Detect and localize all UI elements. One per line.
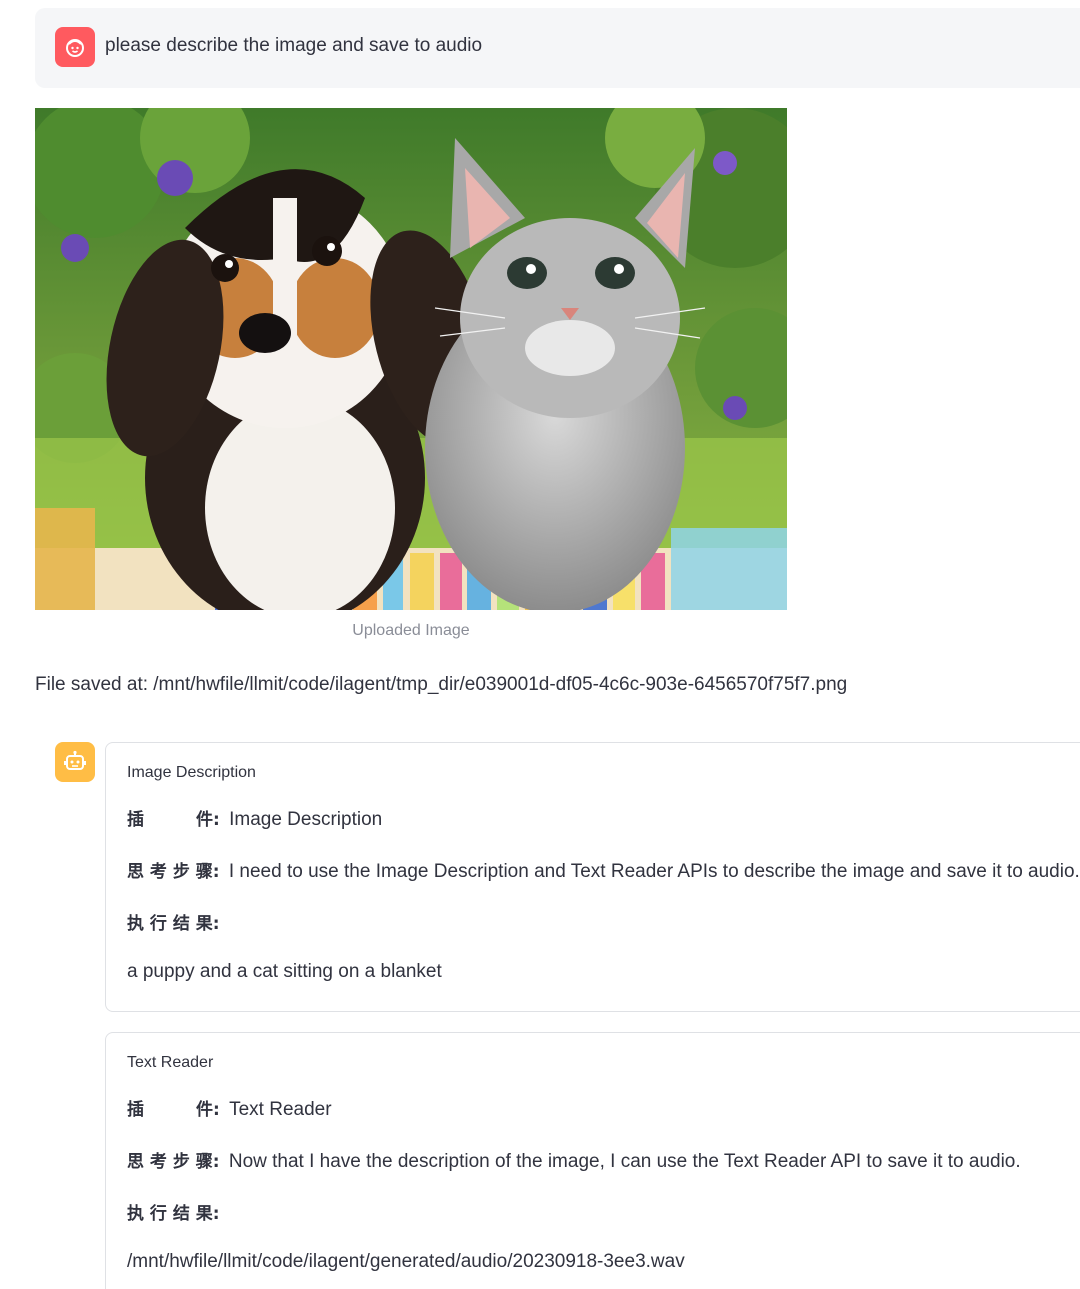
thinking-label: 思 考 步 骤: xyxy=(127,862,220,882)
tool-card-text-reader: Text Reader 插件: Text Reader 思 考 步 骤: Now… xyxy=(105,1032,1080,1289)
image-caption: Uploaded Image xyxy=(352,622,470,639)
plugin-label: 插件: xyxy=(127,1100,220,1120)
user-message-text: please describe the image and save to au… xyxy=(105,35,483,56)
user-avatar xyxy=(55,27,95,67)
tool-card-title: Text Reader xyxy=(127,1054,214,1071)
thinking-value: I need to use the Image Description and … xyxy=(228,861,1080,882)
file-saved-text: File saved at: /mnt/hwfile/llmit/code/il… xyxy=(35,674,848,695)
robot-icon xyxy=(64,750,86,770)
result-row: 执 行 结 果: xyxy=(127,1199,220,1225)
plugin-row: 插件: Text Reader xyxy=(127,1095,332,1121)
result-label: 执 行 结 果: xyxy=(127,914,220,934)
tool-card-title: Image Description xyxy=(127,764,256,781)
result-label: 执 行 结 果: xyxy=(127,1204,220,1224)
plugin-row: 插件: Image Description xyxy=(127,805,382,831)
bot-avatar xyxy=(55,742,95,782)
thinking-row: 思 考 步 骤: I need to use the Image Descrip… xyxy=(127,857,1080,883)
uploaded-image[interactable] xyxy=(35,108,787,610)
result-row: 执 行 结 果: xyxy=(127,909,220,935)
thinking-value: Now that I have the description of the i… xyxy=(228,1151,1021,1172)
puppy-and-kitten-photo xyxy=(35,108,787,610)
user-message: please describe the image and save to au… xyxy=(35,8,1080,88)
plugin-value: Image Description xyxy=(229,809,383,830)
plugin-label: 插件: xyxy=(127,810,220,830)
result-value: /mnt/hwfile/llmit/code/ilagent/generated… xyxy=(127,1251,685,1272)
plugin-value: Text Reader xyxy=(229,1099,332,1120)
user-face-icon xyxy=(66,39,84,57)
thinking-label: 思 考 步 骤: xyxy=(127,1152,220,1172)
chat-page: please describe the image and save to au… xyxy=(0,0,1080,1289)
result-value: a puppy and a cat sitting on a blanket xyxy=(127,961,442,982)
thinking-row: 思 考 步 骤: Now that I have the description… xyxy=(127,1147,1021,1173)
tool-card-image-description: Image Description 插件: Image Description … xyxy=(105,742,1080,1012)
